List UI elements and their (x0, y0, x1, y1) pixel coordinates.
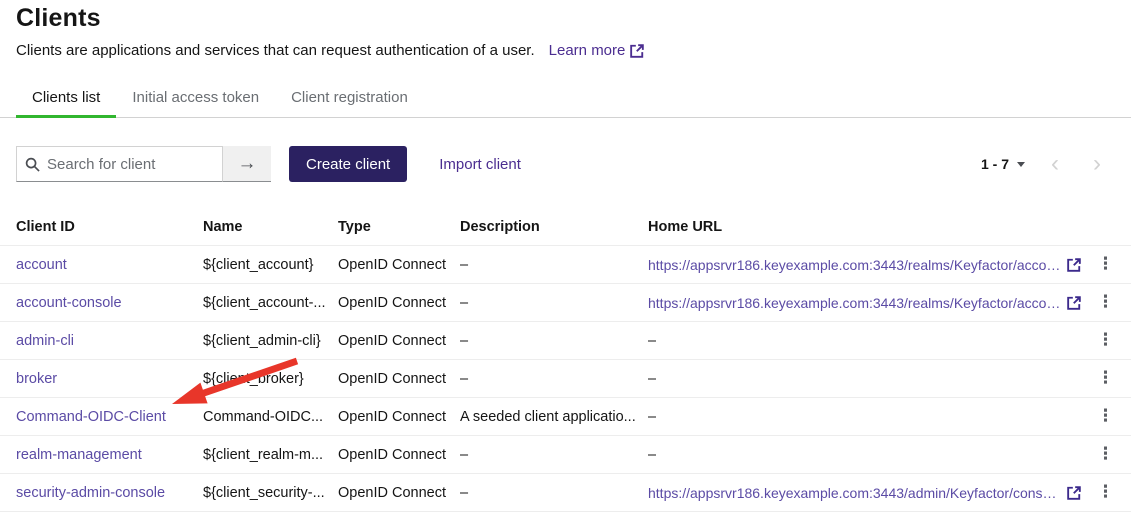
client-description: – (460, 333, 648, 349)
column-header-description: Description (460, 219, 648, 235)
search-box (16, 146, 223, 182)
kebab-menu-button[interactable]: ⋮ (1091, 444, 1120, 465)
client-type: OpenID Connect (338, 333, 460, 349)
kebab-menu-button[interactable]: ⋮ (1091, 292, 1120, 313)
client-type: OpenID Connect (338, 409, 460, 425)
import-client-link[interactable]: Import client (439, 156, 521, 173)
client-name: ${client_broker} (203, 371, 338, 387)
page-title: Clients (16, 4, 1115, 33)
pagination-range-label: 1 - 7 (981, 156, 1009, 172)
client-name: ${client_admin-cli} (203, 333, 338, 349)
toolbar: → Create client Import client 1 - 7 ‹ › (0, 146, 1131, 182)
client-description: – (460, 371, 648, 387)
table-row: realm-management ${client_realm-m... Ope… (0, 435, 1131, 473)
home-url-link: – (648, 447, 656, 463)
pagination-range-dropdown[interactable]: 1 - 7 (975, 152, 1031, 176)
home-url-link: – (648, 409, 656, 425)
table-body: account ${client_account} OpenID Connect… (0, 245, 1131, 511)
client-description: – (460, 447, 648, 463)
column-header-home-url: Home URL (648, 219, 1091, 235)
client-type: OpenID Connect (338, 295, 460, 311)
client-description: A seeded client applicatio... (460, 409, 648, 425)
client-id-link[interactable]: security-admin-console (16, 485, 165, 501)
table-row: account-console ${client_account-... Ope… (0, 283, 1131, 321)
column-header-client-id: Client ID (16, 219, 203, 235)
client-description: – (460, 485, 648, 501)
client-type: OpenID Connect (338, 485, 460, 501)
page-header: Clients Clients are applications and ser… (0, 0, 1131, 59)
tab-initial-access-token[interactable]: Initial access token (116, 81, 275, 117)
tab-clients-list[interactable]: Clients list (16, 81, 116, 117)
client-id-link[interactable]: account (16, 257, 67, 273)
table-row: security-admin-console ${client_security… (0, 473, 1131, 511)
learn-more-label: Learn more (549, 42, 626, 59)
kebab-menu-button[interactable]: ⋮ (1091, 482, 1120, 503)
search-input[interactable] (47, 156, 214, 173)
pagination: 1 - 7 ‹ › (975, 152, 1115, 176)
search-group: → (16, 146, 271, 182)
kebab-menu-button[interactable]: ⋮ (1091, 330, 1120, 351)
search-icon (25, 157, 40, 172)
page-subtitle: Clients are applications and services th… (16, 42, 535, 59)
client-id-link[interactable]: account-console (16, 295, 122, 311)
pagination-next-button[interactable]: › (1079, 152, 1115, 176)
home-url-link[interactable]: https://appsrvr186.keyexample.com:3443/r… (648, 295, 1061, 311)
column-header-type: Type (338, 219, 460, 235)
learn-more-link[interactable]: Learn more (549, 42, 645, 59)
home-url-link[interactable]: https://appsrvr186.keyexample.com:3443/r… (648, 257, 1061, 273)
client-name: Command-OIDC... (203, 409, 338, 425)
create-client-button[interactable]: Create client (289, 146, 407, 182)
external-link-icon[interactable] (1067, 258, 1081, 272)
client-type: OpenID Connect (338, 257, 460, 273)
client-name: ${client_realm-m... (203, 447, 338, 463)
table-row: Command-OIDC-Client Command-OIDC... Open… (0, 397, 1131, 435)
client-type: OpenID Connect (338, 447, 460, 463)
column-header-name: Name (203, 219, 338, 235)
external-link-icon[interactable] (1067, 296, 1081, 310)
external-link-icon[interactable] (1067, 486, 1081, 500)
table-header-row: Client ID Name Type Description Home URL (0, 208, 1131, 245)
kebab-menu-button[interactable]: ⋮ (1091, 368, 1120, 389)
kebab-menu-button[interactable]: ⋮ (1091, 254, 1120, 275)
table-row: admin-cli ${client_admin-cli} OpenID Con… (0, 321, 1131, 359)
client-name: ${client_security-... (203, 485, 338, 501)
tab-bar: Clients list Initial access token Client… (0, 81, 1131, 118)
client-id-link[interactable]: broker (16, 371, 57, 387)
client-description: – (460, 295, 648, 311)
table-row: broker ${client_broker} OpenID Connect –… (0, 359, 1131, 397)
kebab-menu-button[interactable]: ⋮ (1091, 406, 1120, 427)
external-link-icon (630, 44, 644, 58)
home-url-link: – (648, 333, 656, 349)
home-url-link[interactable]: https://appsrvr186.keyexample.com:3443/a… (648, 485, 1061, 501)
client-description: – (460, 257, 648, 273)
clients-table: Client ID Name Type Description Home URL… (0, 208, 1131, 512)
home-url-link: – (648, 371, 656, 387)
search-submit-button[interactable]: → (223, 146, 271, 182)
client-id-link[interactable]: admin-cli (16, 333, 74, 349)
client-name: ${client_account-... (203, 295, 338, 311)
client-type: OpenID Connect (338, 371, 460, 387)
tab-client-registration[interactable]: Client registration (275, 81, 424, 117)
table-row: account ${client_account} OpenID Connect… (0, 245, 1131, 283)
client-name: ${client_account} (203, 257, 338, 273)
caret-down-icon (1017, 162, 1025, 167)
client-id-link[interactable]: realm-management (16, 447, 142, 463)
pagination-prev-button[interactable]: ‹ (1037, 152, 1073, 176)
client-id-link[interactable]: Command-OIDC-Client (16, 409, 166, 425)
table-bottom-border (0, 511, 1131, 512)
